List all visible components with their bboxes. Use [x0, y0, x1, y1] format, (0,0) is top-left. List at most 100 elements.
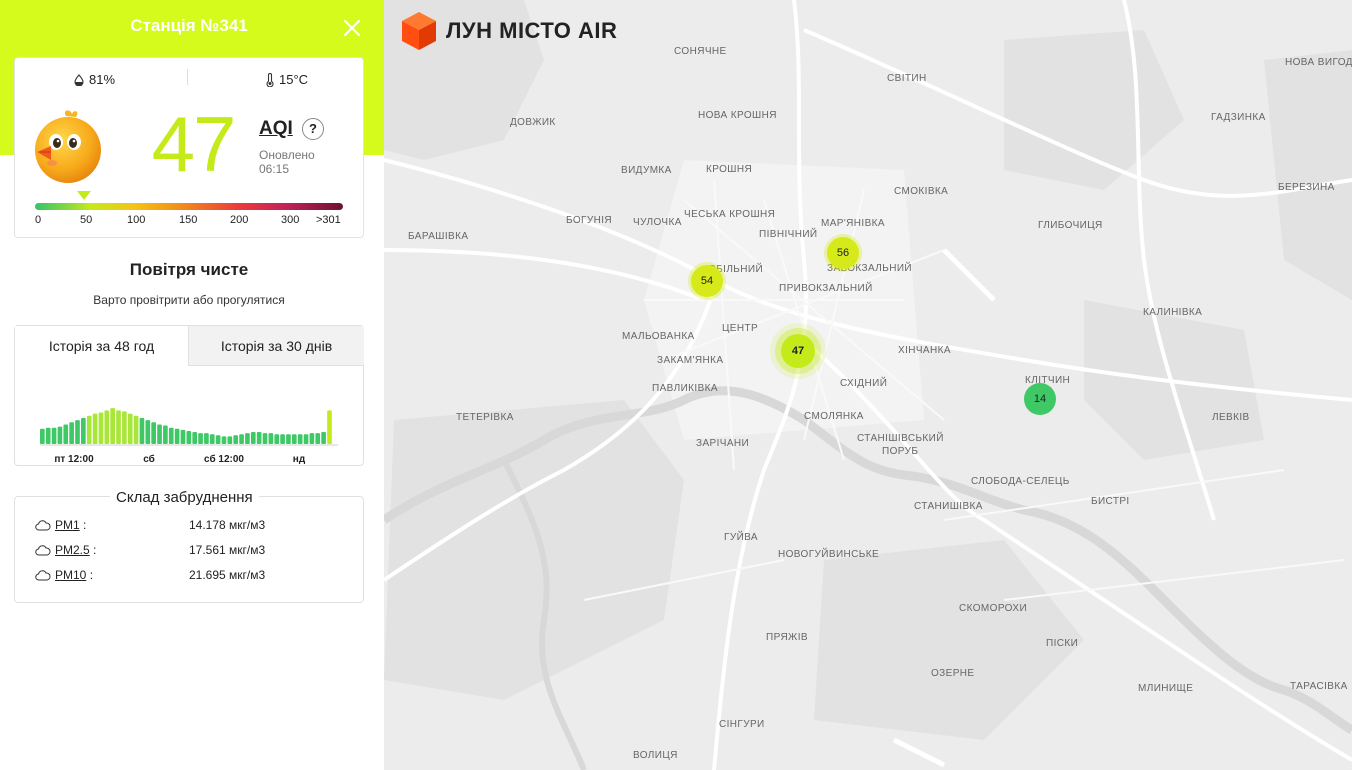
pollutant-name[interactable]: PM10 — [55, 568, 86, 582]
history-bar[interactable] — [309, 433, 315, 444]
history-bar[interactable] — [221, 436, 227, 444]
place-label: НОВА ВИГОДА — [1285, 57, 1352, 68]
history-bar[interactable] — [239, 434, 244, 444]
history-bar[interactable] — [81, 417, 86, 444]
history-bar[interactable] — [280, 434, 285, 444]
history-bar[interactable] — [133, 415, 139, 444]
thermometer-icon — [266, 72, 274, 87]
history-bar[interactable] — [233, 435, 239, 444]
aqi-value: 47 — [151, 100, 237, 188]
place-label: ПОРУБ — [882, 446, 919, 457]
place-label: ГЛИБОЧИЦЯ — [1038, 220, 1103, 231]
place-label: ПРЯЖІВ — [766, 632, 808, 643]
history-bar[interactable] — [192, 432, 198, 444]
temperature-readout: 15°C — [265, 72, 308, 87]
place-label: СХІДНИЙ — [840, 378, 888, 389]
close-button[interactable] — [340, 16, 364, 40]
history-bar[interactable] — [204, 433, 209, 444]
humidity-readout: 81% — [73, 72, 115, 87]
history-bar[interactable] — [174, 428, 180, 444]
place-label: ЛЕВКІВ — [1212, 412, 1250, 423]
history-bar[interactable] — [315, 433, 321, 444]
history-bar[interactable] — [262, 433, 268, 444]
place-label: ВОЛИЦЯ — [633, 750, 678, 761]
history-bar[interactable] — [215, 435, 221, 444]
history-bar[interactable] — [168, 427, 174, 444]
place-label: БЕРЕЗИНА — [1278, 182, 1335, 193]
history-bar[interactable] — [63, 424, 69, 444]
chart-tick-label: пт 12:00 — [54, 454, 94, 465]
close-icon — [343, 19, 361, 37]
tab-history-48h[interactable]: Історія за 48 год — [15, 326, 189, 366]
place-label: ТАРАСІВКА — [1290, 681, 1348, 692]
history-bar[interactable] — [286, 434, 291, 444]
history-bar[interactable] — [104, 410, 110, 444]
scale-label-301: >301 — [316, 214, 341, 226]
history-bar[interactable] — [186, 430, 192, 444]
pollutant-name[interactable]: PM1 — [55, 518, 80, 532]
updated-info: Оновлено 06:15 — [259, 148, 315, 176]
pollutant-name[interactable]: PM2.5 — [55, 543, 90, 557]
history-bar[interactable] — [45, 427, 51, 444]
station-marker-47-selected[interactable]: 47 — [781, 334, 815, 368]
station-sidebar: Станція №341 81% 15°C 47 AQI ? Оновлено … — [0, 0, 384, 770]
history-bar[interactable] — [116, 410, 121, 444]
history-bar[interactable] — [209, 434, 215, 444]
history-panel: Історія за 48 год Історія за 30 днів пт … — [14, 325, 364, 466]
history-bar[interactable] — [303, 434, 309, 444]
history-bar[interactable] — [321, 432, 326, 444]
place-label: ПАВЛИКІВКА — [652, 383, 718, 394]
aqi-help-button[interactable]: ? — [302, 118, 324, 140]
history-bar[interactable] — [86, 415, 92, 444]
history-bar[interactable] — [291, 434, 297, 444]
history-bar[interactable] — [297, 434, 303, 444]
city-map[interactable]: ЛУН МІСТО AIR СОНЯЧНЕ СВІТИН НОВА ВИГОДА… — [384, 0, 1352, 770]
station-marker-56[interactable]: 56 — [827, 237, 859, 269]
place-label: БАРАШІВКА — [408, 231, 469, 242]
scale-label-200: 200 — [230, 214, 249, 226]
brand-logo[interactable]: ЛУН МІСТО AIR — [402, 12, 617, 50]
history-bar[interactable] — [198, 433, 203, 444]
chart-tick-label: нд — [293, 454, 306, 465]
history-bar[interactable] — [75, 420, 80, 444]
history-bar[interactable] — [327, 410, 332, 444]
history-bar[interactable] — [57, 426, 63, 444]
history-bar[interactable] — [92, 413, 98, 444]
history-bar[interactable] — [274, 434, 280, 444]
history-bar[interactable] — [51, 427, 57, 444]
history-bar[interactable] — [151, 422, 156, 444]
history-bar[interactable] — [122, 411, 127, 444]
aqi-link[interactable]: AQI — [259, 118, 293, 140]
history-bar[interactable] — [250, 432, 256, 444]
history-bar[interactable] — [245, 433, 250, 444]
history-bar[interactable] — [40, 428, 45, 444]
place-label: ПІСКИ — [1046, 638, 1079, 649]
station-marker-54[interactable]: 54 — [691, 265, 723, 297]
pollutant-row-pm10: PM10 : 21.695 мкг/м3 — [35, 568, 265, 582]
history-bar[interactable] — [268, 433, 274, 444]
place-label: БОГУНІЯ — [566, 215, 613, 226]
pollutant-row-pm25: PM2.5 : 17.561 мкг/м3 — [35, 543, 265, 557]
place-label: ЧУЛОЧКА — [633, 217, 682, 228]
place-label: СМОЛЯНКА — [804, 411, 864, 422]
place-label: ЦЕНТР — [722, 323, 759, 334]
history-bar[interactable] — [145, 420, 151, 444]
history-bar[interactable] — [69, 422, 74, 444]
scale-label-100: 100 — [127, 214, 146, 226]
history-bar[interactable] — [157, 424, 162, 444]
history-bar[interactable] — [256, 432, 262, 444]
station-marker-14[interactable]: 14 — [1024, 383, 1056, 415]
history-bar[interactable] — [139, 417, 145, 444]
history-bar[interactable] — [227, 436, 233, 444]
tab-history-30d[interactable]: Історія за 30 днів — [189, 326, 364, 366]
history-bar[interactable] — [163, 425, 168, 444]
composition-title: Склад забруднення — [110, 489, 259, 506]
history-bar[interactable] — [98, 412, 104, 444]
history-bar[interactable] — [110, 408, 115, 444]
logo-text: ЛУН МІСТО AIR — [446, 18, 618, 43]
history-bar[interactable] — [180, 429, 186, 444]
history-bar[interactable] — [127, 413, 133, 444]
place-label: СОНЯЧНЕ — [674, 46, 727, 57]
scale-label-150: 150 — [179, 214, 198, 226]
place-label: ДОВЖИК — [510, 117, 556, 128]
